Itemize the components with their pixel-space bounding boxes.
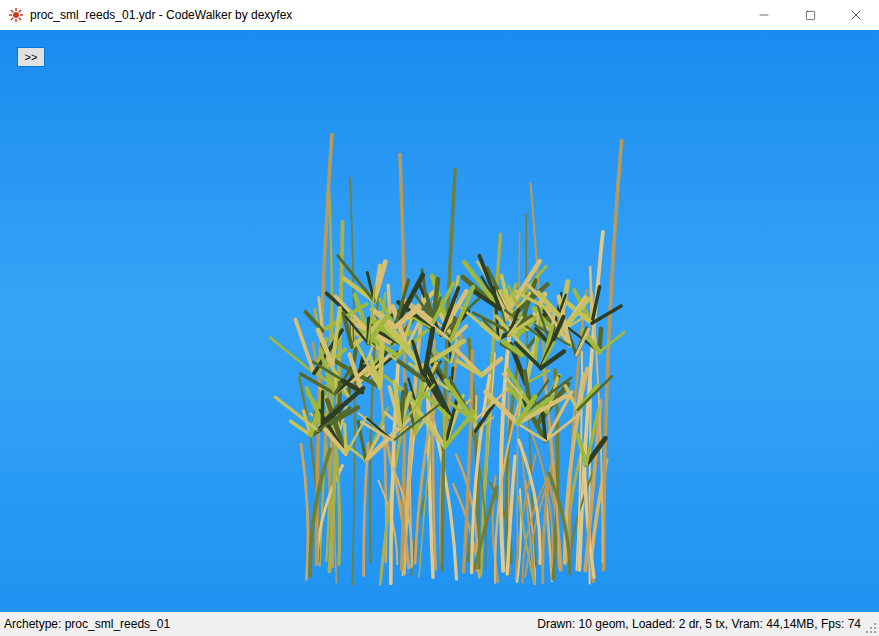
window-title: proc_sml_reeds_01.ydr - CodeWalker by de…	[30, 6, 292, 24]
codewalker-window: proc_sml_reeds_01.ydr - CodeWalker by de…	[0, 0, 879, 636]
close-button[interactable]	[833, 0, 879, 30]
status-stats: Drawn: 10 geom, Loaded: 2 dr, 5 tx, Vram…	[537, 615, 861, 633]
toggle-panel-button[interactable]: >>	[17, 47, 45, 67]
maximize-button[interactable]	[787, 0, 833, 30]
status-bar: Archetype: proc_sml_reeds_01 Drawn: 10 ge…	[0, 612, 879, 636]
resize-grip-icon[interactable]	[865, 622, 877, 634]
app-icon	[8, 7, 24, 23]
status-archetype: Archetype: proc_sml_reeds_01	[4, 615, 170, 633]
title-bar: proc_sml_reeds_01.ydr - CodeWalker by de…	[0, 0, 879, 30]
reeds-model	[0, 30, 879, 612]
close-icon	[848, 7, 864, 23]
minimize-icon	[757, 8, 771, 22]
minimize-button[interactable]	[741, 0, 787, 30]
maximize-icon	[805, 10, 816, 21]
viewport[interactable]: >>	[0, 30, 879, 612]
